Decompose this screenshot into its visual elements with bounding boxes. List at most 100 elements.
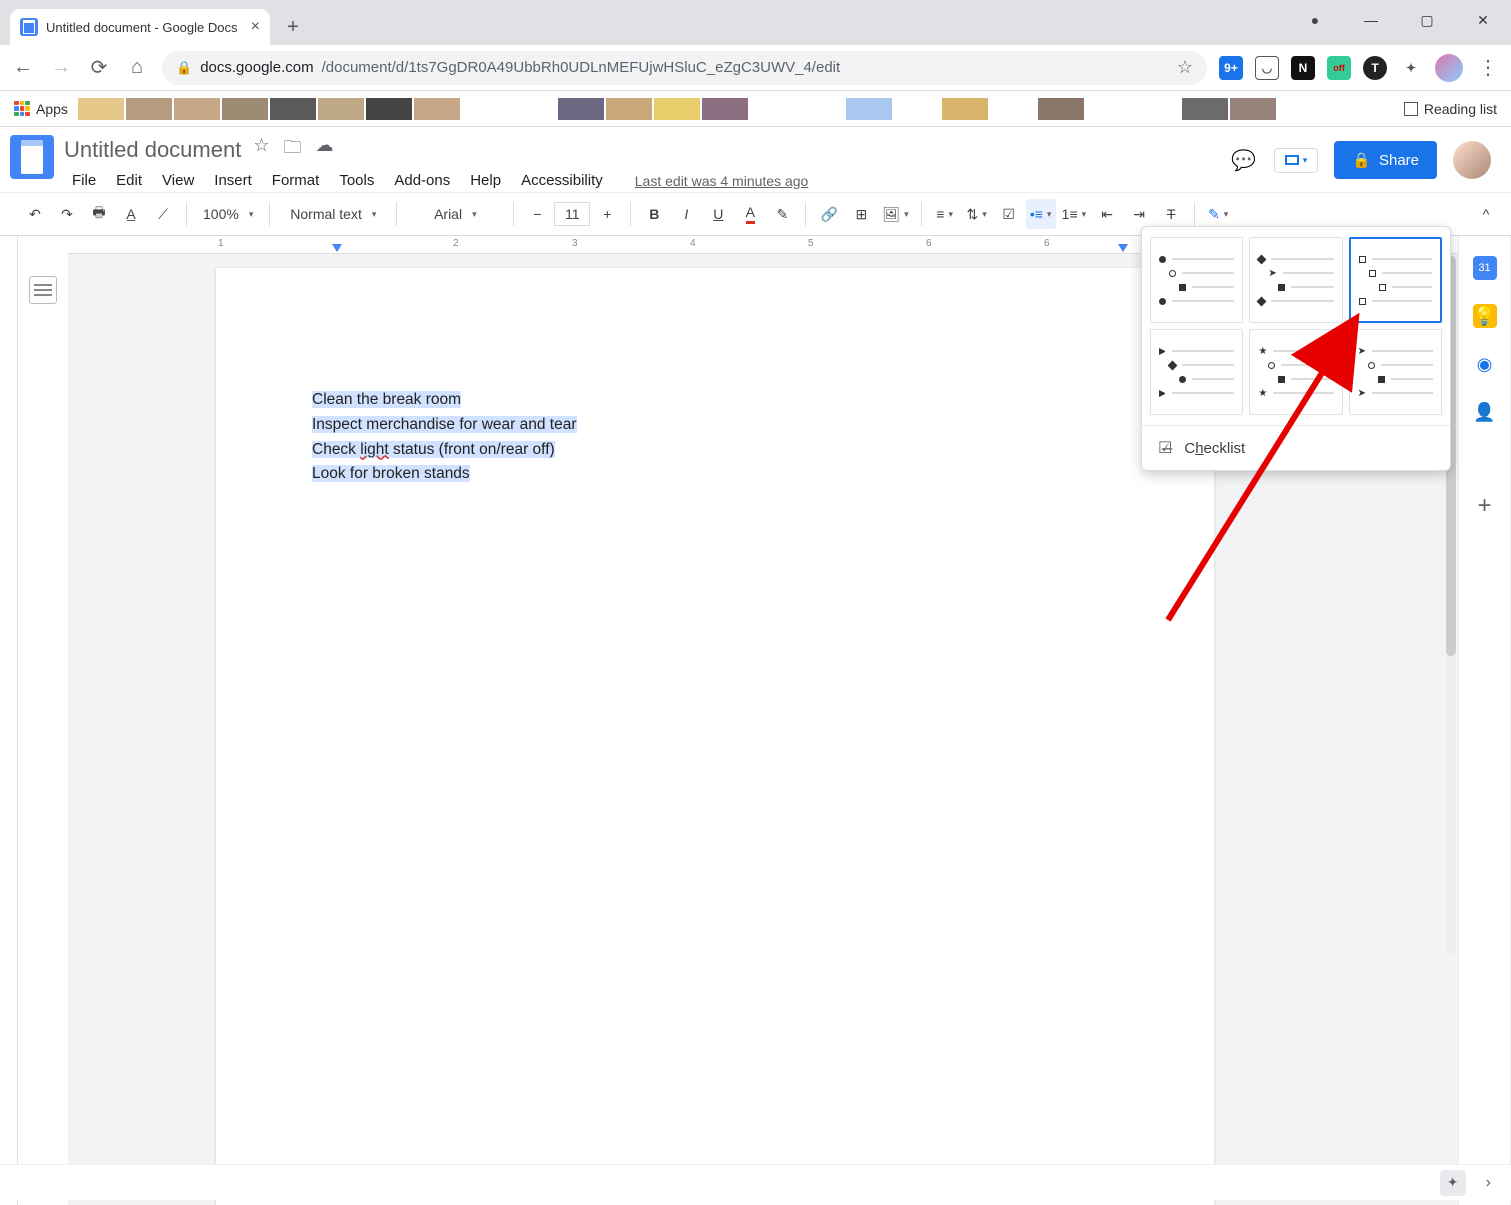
nav-back-icon[interactable]: ←: [10, 55, 36, 81]
paint-format-icon[interactable]: ⟋: [148, 199, 178, 229]
explore-button[interactable]: ✦: [1440, 1170, 1466, 1196]
undo-icon[interactable]: ↶: [20, 199, 50, 229]
bullet-option-5[interactable]: ★ ★: [1249, 329, 1342, 415]
bookmark-folder[interactable]: [750, 98, 796, 120]
bullet-option-6[interactable]: ➤ ➤: [1349, 329, 1442, 415]
document-page[interactable]: Clean the break room Inspect merchandise…: [216, 268, 1214, 1205]
menu-file[interactable]: File: [64, 169, 104, 192]
font-size-decrease[interactable]: −: [522, 199, 552, 229]
left-indent-marker[interactable]: [332, 244, 342, 252]
underline-button[interactable]: U: [703, 199, 733, 229]
bullet-option-3[interactable]: [1349, 237, 1442, 323]
star-icon[interactable]: ☆: [253, 135, 269, 165]
bookmark-folder[interactable]: [1182, 98, 1228, 120]
text-color-button[interactable]: A: [735, 199, 765, 229]
bookmark-folder[interactable]: [702, 98, 748, 120]
zoom-select[interactable]: 100%: [195, 199, 261, 229]
insert-comment-icon[interactable]: ⊞: [846, 199, 876, 229]
font-select[interactable]: Arial: [405, 199, 505, 229]
bookmark-folder[interactable]: [558, 98, 604, 120]
bookmark-folder[interactable]: [1086, 98, 1132, 120]
reading-list-button[interactable]: Reading list: [1404, 101, 1497, 117]
bookmark-folder[interactable]: [1230, 98, 1276, 120]
bookmark-folder[interactable]: [846, 98, 892, 120]
menu-insert[interactable]: Insert: [206, 169, 260, 192]
bookmark-folder[interactable]: [894, 98, 940, 120]
side-panel-toggle-icon[interactable]: ›: [1486, 1174, 1491, 1192]
ext-notion-icon[interactable]: N: [1291, 56, 1315, 80]
clear-formatting-icon[interactable]: T: [1156, 199, 1186, 229]
editing-mode-button[interactable]: ✎: [1203, 199, 1233, 229]
cloud-status-icon[interactable]: ☁: [315, 135, 333, 165]
bookmark-folder[interactable]: [222, 98, 268, 120]
new-tab-button[interactable]: +: [278, 12, 308, 42]
docs-logo-icon[interactable]: [10, 135, 54, 179]
contacts-icon[interactable]: 👤: [1473, 400, 1497, 424]
ext-translate-icon[interactable]: 9+: [1219, 56, 1243, 80]
bookmark-folder[interactable]: [990, 98, 1036, 120]
italic-button[interactable]: I: [671, 199, 701, 229]
ext-puzzle-icon[interactable]: ✦: [1399, 56, 1423, 80]
bulleted-list-button[interactable]: •≡: [1026, 199, 1056, 229]
share-button[interactable]: 🔒 Share: [1334, 141, 1437, 179]
nav-reload-icon[interactable]: ⟳: [86, 55, 112, 81]
numbered-list-button[interactable]: 1≡: [1058, 199, 1091, 229]
bookmark-folder[interactable]: [654, 98, 700, 120]
nav-forward-icon[interactable]: →: [48, 55, 74, 81]
highlight-button[interactable]: ✎: [767, 199, 797, 229]
bookmark-folder[interactable]: [270, 98, 316, 120]
bold-button[interactable]: B: [639, 199, 669, 229]
bookmark-folder[interactable]: [414, 98, 460, 120]
tasks-icon[interactable]: ◉: [1473, 352, 1497, 376]
font-size-increase[interactable]: +: [592, 199, 622, 229]
bookmark-folder[interactable]: [366, 98, 412, 120]
outline-toggle-icon[interactable]: [29, 276, 57, 304]
keep-icon[interactable]: 💡: [1473, 304, 1497, 328]
line-spacing-button[interactable]: ⇅: [962, 199, 992, 229]
bookmark-folder[interactable]: [174, 98, 220, 120]
bullet-option-2[interactable]: ➤: [1249, 237, 1342, 323]
menu-addons[interactable]: Add-ons: [386, 169, 458, 192]
present-button[interactable]: ▾: [1274, 148, 1319, 173]
bookmark-folder[interactable]: [942, 98, 988, 120]
account-dot-icon[interactable]: ●: [1287, 0, 1343, 40]
bullet-option-4[interactable]: [1150, 329, 1243, 415]
bullet-option-1[interactable]: [1150, 237, 1243, 323]
document-content[interactable]: Clean the break room Inspect merchandise…: [312, 388, 1118, 487]
align-button[interactable]: ≡: [930, 199, 960, 229]
font-size-input[interactable]: 11: [554, 202, 590, 226]
apps-shortcut[interactable]: Apps: [14, 101, 68, 117]
browser-tab[interactable]: Untitled document - Google Docs ×: [10, 9, 270, 45]
bookmark-folder[interactable]: [78, 98, 124, 120]
window-close[interactable]: ✕: [1455, 0, 1511, 40]
ext-pocket-icon[interactable]: ◡: [1255, 56, 1279, 80]
bookmark-folder[interactable]: [126, 98, 172, 120]
redo-icon[interactable]: ↷: [52, 199, 82, 229]
bookmark-folder[interactable]: [462, 98, 508, 120]
insert-link-icon[interactable]: 🔗: [814, 199, 844, 229]
bookmark-folder[interactable]: [1038, 98, 1084, 120]
tab-close-icon[interactable]: ×: [251, 18, 260, 36]
bookmark-folder[interactable]: [606, 98, 652, 120]
omnibox[interactable]: 🔒 docs.google.com/document/d/1ts7GgDR0A4…: [162, 51, 1207, 85]
account-avatar[interactable]: [1453, 141, 1491, 179]
window-maximize[interactable]: ▢: [1399, 0, 1455, 40]
checklist-menu-item[interactable]: ☑̶ Checklist: [1142, 426, 1450, 470]
nav-home-icon[interactable]: ⌂: [124, 55, 150, 81]
menu-accessibility[interactable]: Accessibility: [513, 169, 611, 192]
bookmark-star-icon[interactable]: ☆: [1177, 64, 1193, 71]
increase-indent-icon[interactable]: ⇥: [1124, 199, 1154, 229]
bookmark-folder[interactable]: [510, 98, 556, 120]
checklist-button[interactable]: ☑: [994, 199, 1024, 229]
browser-menu-icon[interactable]: ⋮: [1475, 55, 1501, 81]
window-minimize[interactable]: —: [1343, 0, 1399, 40]
add-addon-icon[interactable]: +: [1477, 492, 1491, 520]
ext-coupon-icon[interactable]: off: [1327, 56, 1351, 80]
spellcheck-icon[interactable]: A̲: [116, 199, 146, 229]
calendar-icon[interactable]: 31: [1473, 256, 1497, 280]
menu-help[interactable]: Help: [462, 169, 509, 192]
profile-avatar[interactable]: [1435, 54, 1463, 82]
menu-view[interactable]: View: [154, 169, 202, 192]
menu-edit[interactable]: Edit: [108, 169, 150, 192]
bookmark-folder[interactable]: [1134, 98, 1180, 120]
